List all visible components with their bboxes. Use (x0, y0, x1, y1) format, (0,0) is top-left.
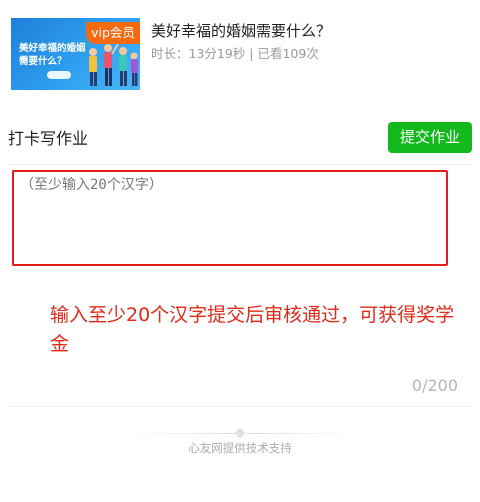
vip-badge: vip会员 (86, 22, 140, 44)
diamond-icon (234, 427, 246, 439)
lesson-meta: 时长：13分19秒 | 已看109次 (151, 46, 319, 61)
homework-input[interactable] (12, 170, 448, 266)
footer-divider-right (246, 433, 356, 434)
thumbnail-title: 美好幸福的婚姻需要什么？ (19, 43, 86, 67)
lesson-card[interactable]: 美好幸福的婚姻需要什么？ vip会员 美好幸福的婚姻需要什么？ 时长：13分19… (11, 16, 471, 90)
footer-divider-left (130, 433, 240, 434)
lesson-thumbnail[interactable]: 美好幸福的婚姻需要什么？ vip会员 (11, 18, 140, 90)
lesson-title[interactable]: 美好幸福的婚姻需要什么？ (151, 20, 331, 42)
thumbnail-button-graphic (47, 71, 71, 79)
submit-homework-button[interactable]: 提交作业 (388, 122, 472, 153)
divider (8, 406, 472, 407)
reward-notice: 输入至少20个汉字提交后审核通过，可获得奖学金 (50, 304, 455, 355)
people-illustration (89, 43, 138, 86)
divider (8, 164, 472, 165)
footer-credit: 心友网提供技术支持 (188, 441, 292, 455)
homework-section-title: 打卡写作业 (8, 129, 89, 148)
char-counter: 0/200 (411, 376, 458, 395)
